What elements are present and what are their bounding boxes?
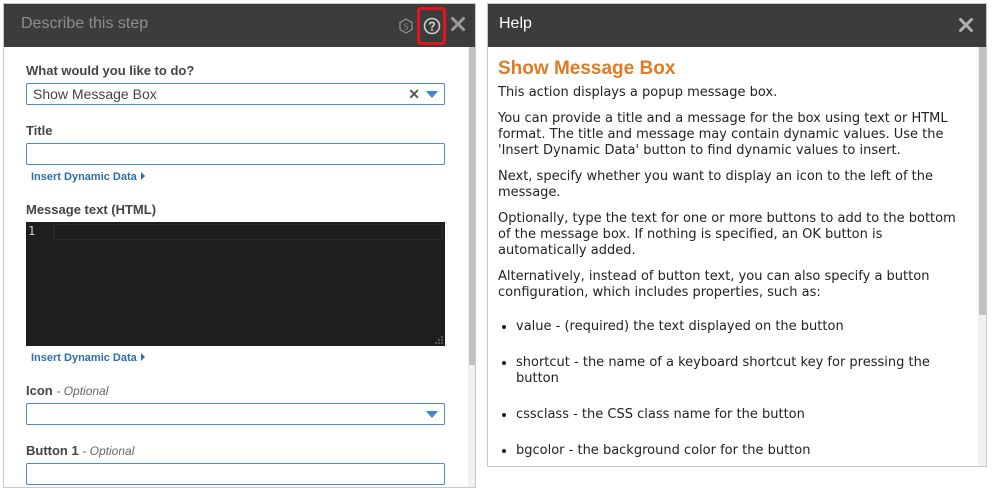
help-paragraph: You can provide a title and a message fo… xyxy=(498,111,948,158)
help-scrollbar[interactable] xyxy=(978,47,986,466)
close-icon[interactable] xyxy=(450,16,466,32)
icon-select[interactable] xyxy=(26,403,445,425)
action-select-value: Show Message Box xyxy=(33,86,157,102)
script-icon[interactable]: S xyxy=(398,18,414,34)
list-item: bgcolor - the background color for the b… xyxy=(516,443,970,459)
svg-text:S: S xyxy=(403,23,408,32)
step-editor-title: Describe this step xyxy=(21,15,149,32)
current-line-highlight xyxy=(53,224,443,240)
help-title: Help xyxy=(499,15,532,32)
insert-dynamic-data-link[interactable]: Insert Dynamic Data xyxy=(31,352,145,364)
insert-dynamic-data-label: Insert Dynamic Data xyxy=(31,352,137,364)
optional-tag: - Optional xyxy=(56,384,109,398)
button1-label-text: Button 1 xyxy=(26,443,79,458)
title-label: Title xyxy=(26,123,53,138)
help-paragraph: Alternatively, instead of button text, y… xyxy=(498,269,930,300)
help-header: Help xyxy=(488,4,986,47)
icon-label-text: Icon xyxy=(26,383,53,398)
left-scrollbar[interactable] xyxy=(468,47,475,487)
list-item: cssclass - the CSS class name for the bu… xyxy=(516,407,970,423)
message-code-editor[interactable]: 1 xyxy=(26,222,445,346)
help-bullet-list: value - (required) the text displayed on… xyxy=(498,319,970,459)
list-item: value - (required) the text displayed on… xyxy=(516,319,970,335)
message-label: Message text (HTML) xyxy=(26,202,157,217)
help-circle-icon[interactable] xyxy=(423,17,441,35)
close-icon[interactable] xyxy=(958,17,974,33)
help-heading: Show Message Box xyxy=(498,58,676,79)
chevron-down-icon[interactable] xyxy=(426,411,438,418)
resize-grip-icon[interactable] xyxy=(435,336,443,344)
insert-dynamic-data-label: Insert Dynamic Data xyxy=(31,171,137,183)
help-paragraph: Next, specify whether you want to displa… xyxy=(498,169,934,200)
action-label: What would you like to do? xyxy=(26,63,195,78)
step-editor-header: Describe this step S xyxy=(4,4,475,47)
step-editor-panel: Describe this step S What would you like… xyxy=(3,3,476,488)
line-number: 1 xyxy=(28,224,36,238)
help-paragraph: Optionally, type the text for one or mor… xyxy=(498,211,956,258)
chevron-down-icon[interactable] xyxy=(426,91,438,98)
button1-label: Button 1 - Optional xyxy=(26,443,134,458)
caret-right-icon xyxy=(140,353,145,361)
title-input[interactable] xyxy=(26,143,445,165)
help-panel: Help Show Message Box This action displa… xyxy=(487,3,987,467)
left-scrollbar-thumb[interactable] xyxy=(469,47,475,365)
action-select[interactable]: Show Message Box ✕ xyxy=(26,83,445,105)
optional-tag: - Optional xyxy=(82,444,135,458)
help-content: Show Message Box This action displays a … xyxy=(498,50,970,466)
help-paragraph: This action displays a popup message box… xyxy=(498,85,778,100)
icon-label: Icon - Optional xyxy=(26,383,108,398)
list-item: shortcut - the name of a keyboard shortc… xyxy=(516,355,970,387)
help-scrollbar-thumb[interactable] xyxy=(979,47,986,315)
caret-right-icon xyxy=(140,172,145,180)
insert-dynamic-data-link[interactable]: Insert Dynamic Data xyxy=(31,171,145,183)
clear-selection-icon[interactable]: ✕ xyxy=(408,86,420,103)
button1-input[interactable] xyxy=(26,463,445,485)
